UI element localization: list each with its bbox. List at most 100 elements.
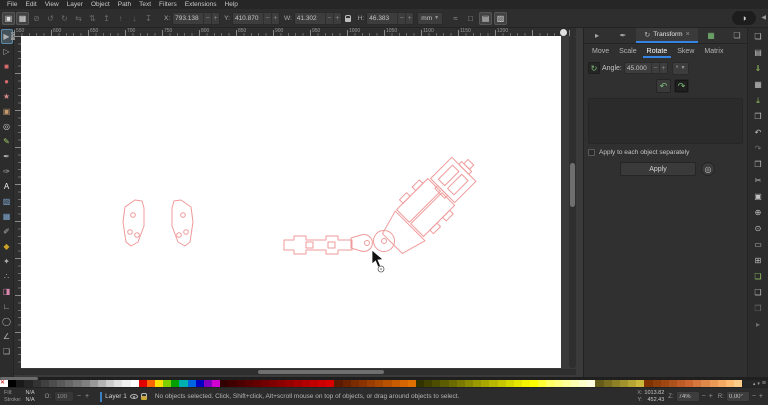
color-swatch[interactable]: [196, 380, 204, 387]
opacity-input[interactable]: [55, 394, 73, 400]
color-swatch[interactable]: [718, 380, 726, 387]
ruler-corner-button[interactable]: [560, 29, 567, 36]
new-document-button[interactable]: ❏: [751, 30, 765, 43]
color-swatch[interactable]: [212, 380, 220, 387]
menu-item[interactable]: Extensions: [181, 1, 221, 8]
layer-visibility-icon[interactable]: [130, 394, 138, 399]
tab-transform[interactable]: ↻ Transform ×: [636, 28, 698, 43]
rotate-counterclockwise-button[interactable]: ↶: [656, 79, 671, 93]
y-input[interactable]: [233, 15, 263, 22]
scale-corners-toggle[interactable]: □: [464, 12, 477, 25]
color-swatch[interactable]: [457, 380, 465, 387]
color-swatch[interactable]: [228, 380, 236, 387]
redo-button[interactable]: ↷: [751, 142, 765, 155]
rotate-clockwise-button[interactable]: ↷: [674, 79, 689, 93]
vertical-scrollbar-thumb[interactable]: [570, 163, 575, 207]
color-swatch[interactable]: [261, 380, 269, 387]
color-swatch[interactable]: [408, 380, 416, 387]
scale-patterns-toggle[interactable]: ▨: [494, 12, 507, 25]
color-swatch[interactable]: [538, 380, 546, 387]
spray-tool[interactable]: ∴: [1, 269, 13, 284]
menu-item[interactable]: Path: [114, 1, 135, 8]
angle-unit-dropdown[interactable]: °▼: [672, 62, 690, 75]
color-swatch[interactable]: [114, 380, 122, 387]
collapse-snapbar-icon[interactable]: ◀: [761, 14, 766, 21]
color-swatch[interactable]: [661, 380, 669, 387]
horizontal-scrollbar[interactable]: [14, 369, 576, 375]
lock-ratio-icon[interactable]: [343, 12, 354, 24]
scale-stroke-toggle[interactable]: ≈: [449, 12, 462, 25]
color-swatch[interactable]: [220, 380, 228, 387]
color-swatch[interactable]: [204, 380, 212, 387]
menu-item[interactable]: View: [41, 1, 63, 8]
scale-gradients-toggle[interactable]: ▤: [479, 12, 492, 25]
color-swatch[interactable]: [147, 380, 155, 387]
transform-mode-tab[interactable]: Scale: [615, 47, 641, 58]
color-swatch[interactable]: [24, 380, 32, 387]
expand-toolbar-arrow[interactable]: ▸: [751, 318, 765, 331]
color-swatch[interactable]: [579, 380, 587, 387]
palette-scroll-up-icon[interactable]: ▴: [753, 381, 756, 387]
color-swatch[interactable]: [245, 380, 253, 387]
lower-to-bottom-button[interactable]: ↧: [142, 12, 155, 25]
palette-menu-icon[interactable]: ≡: [762, 380, 766, 387]
color-swatch[interactable]: [546, 380, 554, 387]
objects-dialog-tab[interactable]: ▸: [584, 28, 610, 43]
raise-to-top-button[interactable]: ↥: [100, 12, 113, 25]
eraser-tool[interactable]: ◨: [1, 284, 13, 299]
color-swatch[interactable]: [359, 380, 367, 387]
color-swatch[interactable]: [400, 380, 408, 387]
width-input[interactable]: [295, 15, 325, 22]
color-swatch[interactable]: [612, 380, 620, 387]
rotate-90-ccw-button[interactable]: ↺: [44, 12, 57, 25]
save-document-button[interactable]: ⇓: [751, 62, 765, 75]
zoom-to-drawing-button[interactable]: ⊙: [751, 222, 765, 235]
deselect-button[interactable]: ⊘: [30, 12, 43, 25]
color-swatch[interactable]: [685, 380, 693, 387]
color-swatch[interactable]: [563, 380, 571, 387]
spiral-tool[interactable]: ◎: [1, 119, 13, 134]
apply-button[interactable]: Apply: [620, 162, 696, 176]
color-swatch[interactable]: [82, 380, 90, 387]
color-swatch[interactable]: [653, 380, 661, 387]
horizontal-scrollbar-thumb[interactable]: [258, 370, 384, 374]
node-tool[interactable]: ▷: [1, 44, 13, 59]
canvas-page[interactable]: [21, 36, 561, 368]
align-distribute-dialog-tab[interactable]: ▦: [698, 28, 724, 43]
color-swatch[interactable]: [139, 380, 147, 387]
color-swatch[interactable]: [555, 380, 563, 387]
color-swatch[interactable]: [285, 380, 293, 387]
zoom-page-width-button[interactable]: ⊞: [751, 254, 765, 267]
unlink-clone-button[interactable]: ❒: [751, 302, 765, 315]
select-all-button[interactable]: ▣: [2, 12, 15, 25]
cut-button[interactable]: ✂: [751, 174, 765, 187]
color-swatch[interactable]: [351, 380, 359, 387]
apply-separately-checkbox[interactable]: [588, 149, 595, 156]
color-swatch[interactable]: [636, 380, 644, 387]
color-swatch[interactable]: [106, 380, 114, 387]
color-swatch[interactable]: [0, 380, 8, 387]
color-swatch[interactable]: [489, 380, 497, 387]
color-swatch[interactable]: [188, 380, 196, 387]
color-swatch[interactable]: [343, 380, 351, 387]
vertical-ruler[interactable]: 200250300350400450500550600: [14, 36, 21, 369]
bucket-tool[interactable]: ◆: [1, 239, 13, 254]
color-swatch[interactable]: [163, 380, 171, 387]
transform-mode-tab[interactable]: Rotate: [643, 47, 672, 58]
height-input[interactable]: [367, 15, 397, 22]
color-swatch[interactable]: [677, 380, 685, 387]
color-swatch[interactable]: [440, 380, 448, 387]
flip-vertical-button[interactable]: ⇅: [86, 12, 99, 25]
star-tool[interactable]: ★: [1, 89, 13, 104]
fill-stroke-indicator[interactable]: Fill:N/A Stroke:N/A: [0, 390, 39, 404]
color-swatch[interactable]: [449, 380, 457, 387]
calligraphy-tool[interactable]: ✑: [1, 164, 13, 179]
copy-button[interactable]: ❐: [751, 158, 765, 171]
tweak-tool[interactable]: ✦: [1, 254, 13, 269]
gradient-tool[interactable]: ▨: [1, 194, 13, 209]
color-swatch[interactable]: [49, 380, 57, 387]
vertical-scrollbar[interactable]: [569, 36, 576, 368]
color-swatch[interactable]: [514, 380, 522, 387]
palette-scroll-down-icon[interactable]: ▾: [757, 381, 760, 387]
color-swatch[interactable]: [669, 380, 677, 387]
